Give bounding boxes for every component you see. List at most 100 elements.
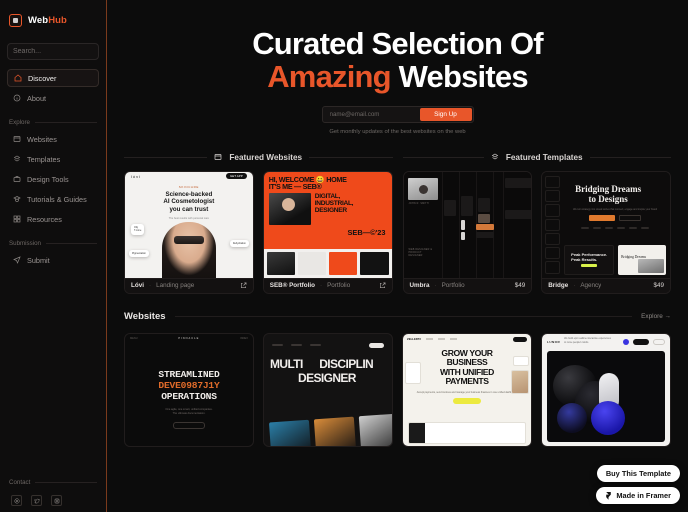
preview-body-block: DIGITAL, INDUSTRIAL, DESIGNER: [264, 192, 392, 225]
card-name: Bridge: [548, 282, 569, 290]
email-field[interactable]: [323, 107, 420, 121]
preview-note: WEB DESIGNER & PRODUCT DESIGNER: [408, 247, 433, 257]
divider: [124, 156, 208, 158]
sidebar-primary-nav: Discover About: [7, 69, 99, 107]
card-category: Agency: [580, 282, 602, 290]
card-price: $49: [514, 282, 526, 290]
grid-icon: [13, 215, 21, 223]
buy-template-button[interactable]: Buy This Template: [596, 465, 680, 482]
card-name: SEB® Portfolio: [269, 282, 315, 290]
sidebar-item-submit[interactable]: Submit: [7, 251, 99, 269]
card-separator: ·: [319, 282, 323, 290]
main-content: Curated Selection Of Amazing Websites Si…: [107, 0, 688, 512]
brand-logo[interactable]: WebHub: [7, 8, 99, 30]
browser-icon: [214, 153, 222, 161]
preview-word-1: MULTI: [270, 356, 303, 371]
preview-line-2: DESIGNER: [298, 371, 356, 386]
sidebar-item-websites[interactable]: Websites: [7, 130, 99, 148]
featured-websites-column: Featured Websites lóvi GET APP SKINCARE …: [119, 153, 398, 294]
sidebar-section-label: Contact: [9, 479, 31, 486]
sidebar-item-discover[interactable]: Discover: [7, 69, 99, 87]
featured-templates-column: Featured Templates JOHN R. SMITH WEB DES…: [398, 153, 677, 294]
sidebar-explore-nav: Websites Templates Design Tools Tutorial…: [7, 130, 99, 228]
preview-cta-secondary: [619, 214, 642, 221]
preview-article-card: Bridging Dreams: [618, 244, 666, 275]
website-card-seb-portfolio[interactable]: HI, WELCOME 😀 HOME IT'S ME — SEB® DIGITA…: [262, 170, 393, 294]
divider: [45, 243, 97, 244]
sidebar-explore-section: Explore Websites Templates Design Tools …: [7, 119, 99, 228]
sidebar-item-templates[interactable]: Templates: [7, 150, 99, 168]
instagram-icon[interactable]: [51, 495, 62, 506]
divider: [402, 156, 484, 158]
made-in-framer-badge[interactable]: Made in Framer: [596, 487, 680, 504]
external-link-icon[interactable]: [379, 282, 386, 289]
template-card-umbra[interactable]: JOHN R. SMITH WEB DESIGNER & PRODUCT DES…: [402, 170, 533, 294]
template-card-bridge[interactable]: Bridging Dreams to Designs We turn strat…: [541, 170, 671, 294]
preview-line-2: IT'S ME — SEB®: [268, 182, 322, 192]
card-footer: Lóvi · Landing page: [125, 277, 253, 293]
sidebar-item-tutorials-guides[interactable]: Tutorials & Guides: [7, 190, 99, 208]
preview-cta-button: [453, 398, 481, 405]
sidebar-item-label: Resources: [27, 214, 62, 224]
websites-section: Websites Explore → MENU PINNACLE INDEX S…: [107, 294, 688, 447]
website-card-unified-payments[interactable]: ZELLEPAY GROW YOUR BUSINESS WITH UNIFIED…: [402, 332, 532, 447]
sidebar-item-resources[interactable]: Resources: [7, 210, 99, 228]
preview-logo: LUNOR: [547, 339, 561, 344]
search-box[interactable]: [7, 43, 116, 60]
preview-headline: Bridging Dreams to Designs: [575, 183, 642, 205]
preview-side-rail: [545, 175, 561, 274]
preview-words: DIGITAL, INDUSTRIAL, DESIGNER: [314, 192, 354, 215]
preview-promo-text: Peak Performance. Peak Results.: [571, 252, 608, 263]
preview-cta-pill: GET APP: [225, 173, 247, 180]
card-footer: SEB® Portfolio · Portfolio: [263, 277, 392, 293]
preview-tagline: We build epic realtime interactive exper…: [564, 337, 611, 344]
signup-button[interactable]: Sign Up: [419, 107, 472, 121]
card-preview: Bridging Dreams to Designs We turn strat…: [542, 171, 670, 278]
card-preview: JOHN R. SMITH WEB DESIGNER & PRODUCT DES…: [403, 171, 532, 278]
sidebar-contact-section: Contact: [7, 479, 99, 506]
newsletter-signup-form[interactable]: Sign Up: [321, 105, 474, 123]
sidebar-item-label: Tutorials & Guides: [27, 194, 87, 204]
search-input[interactable]: [13, 48, 104, 55]
card-name: Umbra: [409, 282, 430, 290]
preview-sub: We turn strategy into visual stories tha…: [573, 207, 658, 211]
external-link-icon[interactable]: [240, 282, 247, 289]
featured-templates-cards: JOHN R. SMITH WEB DESIGNER & PRODUCT DES…: [402, 170, 671, 294]
explore-link[interactable]: Explore →: [641, 313, 671, 320]
featured-websites-header: Featured Websites: [124, 153, 393, 171]
card-category: Portfolio: [441, 282, 465, 290]
preview-topbar: lóvi GET APP: [125, 172, 253, 181]
divider: [589, 156, 671, 158]
preview-tag: Oily T-zone: [131, 223, 145, 235]
preview-portrait-image: [407, 177, 438, 200]
website-card-pinnacle[interactable]: MENU PINNACLE INDEX STREAMLINED DEVE0987…: [124, 332, 254, 447]
twitter-icon[interactable]: [31, 495, 42, 506]
website-card-lunor[interactable]: LUNOR We build epic realtime interactive…: [541, 332, 671, 447]
hero-line-2-accent: Amazing: [267, 58, 391, 94]
preview-line-2: DEVE0987J1Y: [158, 380, 220, 392]
website-card-lovi[interactable]: lóvi GET APP SKINCARE Science-backed AI …: [124, 170, 254, 294]
preview-portrait-image: [268, 192, 311, 225]
website-card-multi-disciplinary[interactable]: MULTI DISCIPLIN DESIGNER: [263, 332, 393, 447]
divider: [309, 156, 393, 158]
preview-line-1: MULTI DISCIPLIN: [264, 348, 392, 371]
preview-bottom-pair: Peak Performance. Peak Results. Bridging…: [564, 244, 666, 275]
sidebar-item-design-tools[interactable]: Design Tools: [7, 170, 99, 188]
sidebar-item-label: Design Tools: [27, 174, 69, 184]
preview-float-card: [405, 361, 421, 384]
featured-templates-header: Featured Templates: [402, 153, 671, 171]
preview-buttons: [542, 214, 670, 221]
section-title: Websites: [124, 310, 166, 322]
websites-card-row: MENU PINNACLE INDEX STREAMLINED DEVE0987…: [124, 332, 671, 447]
preview-topbar: LUNOR We build epic realtime interactive…: [542, 334, 670, 350]
preview-thumbnail-strip: [263, 248, 392, 278]
featured-websites-cards: lóvi GET APP SKINCARE Science-backed AI …: [124, 170, 393, 294]
sidebar-item-about[interactable]: About: [7, 89, 99, 107]
sidebar-item-label: Websites: [27, 134, 57, 144]
sidebar-item-label: About: [27, 93, 47, 103]
card-separator: ·: [573, 282, 576, 290]
preview-sub: The best results with personal care: [168, 216, 209, 220]
email-icon[interactable]: [11, 495, 22, 506]
preview-logo: ZELLEPAY: [407, 337, 422, 342]
